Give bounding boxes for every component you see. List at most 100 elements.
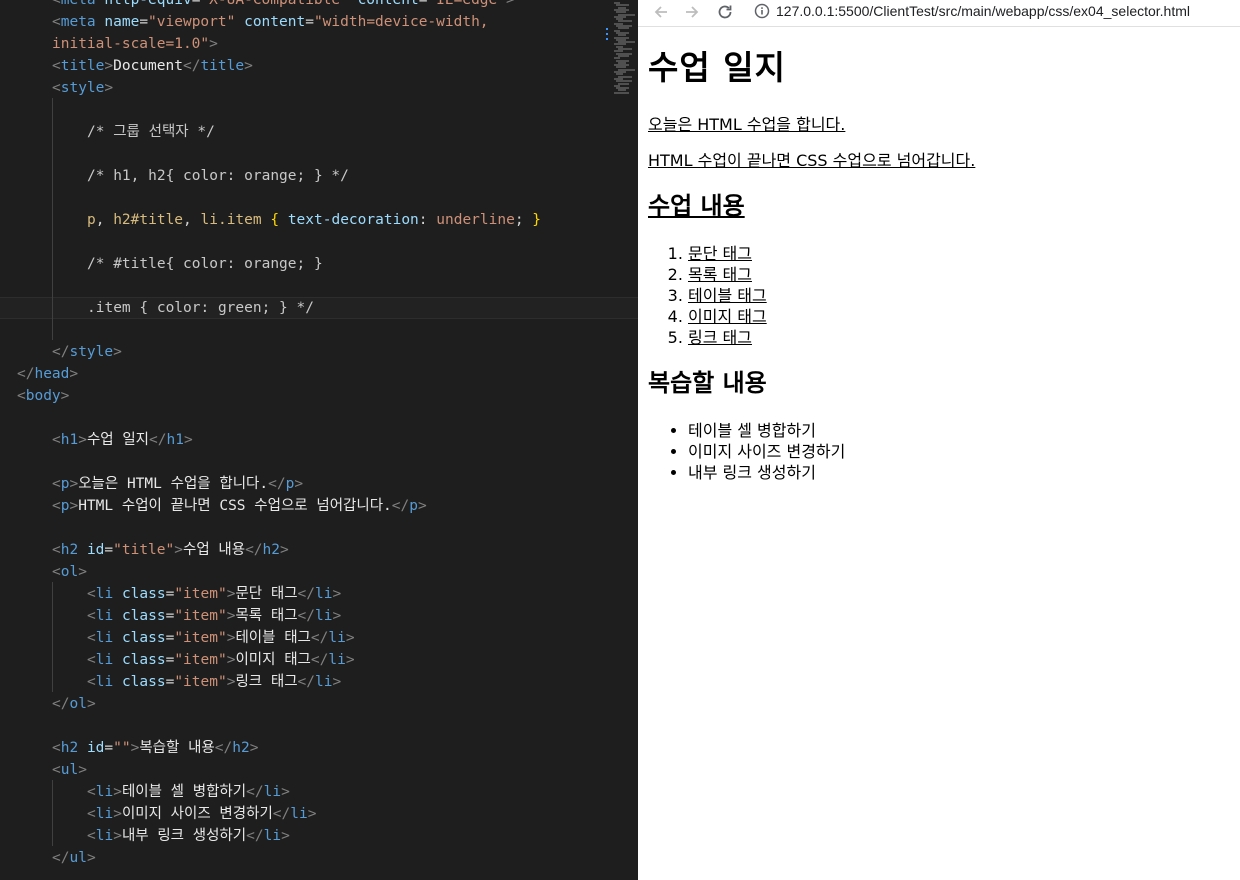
- code-line[interactable]: <style>: [0, 77, 638, 99]
- code-token: 목록 태그: [235, 608, 298, 624]
- code-token: "IE=edge": [427, 0, 506, 8]
- code-token: "item": [174, 586, 227, 602]
- code-line[interactable]: <li class="item">목록 태그</li>: [0, 605, 638, 627]
- code-line[interactable]: [0, 99, 638, 121]
- code-line[interactable]: <li class="item">테이블 태그</li>: [0, 627, 638, 649]
- page-heading: 수업 일지: [648, 48, 786, 87]
- code-line[interactable]: [0, 451, 638, 473]
- code-token: h2: [60, 740, 79, 756]
- code-token: >: [281, 784, 290, 800]
- code-line[interactable]: [0, 715, 638, 737]
- code-token: <: [52, 432, 61, 448]
- code-token: </: [182, 58, 201, 74]
- code-token: >: [69, 498, 79, 514]
- code-token: </: [246, 784, 264, 800]
- code-line[interactable]: /* h1, h2{ color: orange; } */: [0, 165, 638, 187]
- code-line[interactable]: <li class="item">링크 태그</li>: [0, 671, 638, 693]
- code-token: <: [52, 740, 61, 756]
- code-line[interactable]: </style>: [0, 341, 638, 363]
- code-token: <: [52, 762, 61, 778]
- code-token: content: [357, 0, 419, 8]
- code-line[interactable]: [0, 231, 638, 253]
- code-token: class: [121, 586, 166, 602]
- code-line[interactable]: <li class="item">이미지 태그</li>: [0, 649, 638, 671]
- code-token: "title": [113, 542, 175, 558]
- address-bar[interactable]: 127.0.0.1:5500/ClientTest/src/main/webap…: [754, 0, 1190, 22]
- back-button[interactable]: [650, 1, 672, 23]
- code-line[interactable]: /* #title{ color: orange; }: [0, 253, 638, 275]
- reload-button[interactable]: [714, 1, 736, 23]
- code-line[interactable]: <ol>: [0, 561, 638, 583]
- code-token: >: [86, 850, 96, 866]
- unordered-list-item: 테이블 셀 병합하기: [688, 420, 845, 441]
- paragraph-1: 오늘은 HTML 수업을 합니다.: [648, 115, 846, 134]
- code-editor[interactable]: <meta http-equiv="X-UA-Compatible" conte…: [0, 0, 638, 880]
- code-line[interactable]: </ol>: [0, 693, 638, 715]
- code-line[interactable]: <li>이미지 사이즈 변경하기</li>: [0, 803, 638, 825]
- code-line[interactable]: <ul>: [0, 759, 638, 781]
- code-token: text-decoration: [287, 212, 419, 228]
- heading-class-content: 수업 내용: [648, 192, 745, 220]
- code-line[interactable]: .item { color: green; } */: [0, 297, 638, 319]
- code-line[interactable]: <li>테이블 셀 병합하기</li>: [0, 781, 638, 803]
- code-token: ul: [69, 850, 87, 866]
- code-token: id: [86, 542, 105, 558]
- code-line[interactable]: <meta http-equiv="X-UA-Compatible" conte…: [0, 0, 638, 11]
- minimap[interactable]: [606, 0, 638, 100]
- code-token: >: [113, 828, 122, 844]
- code-line[interactable]: <body>: [0, 385, 638, 407]
- code-token: .item { color: green; } */: [87, 300, 314, 316]
- arrow-left-icon: [654, 6, 667, 18]
- code-token: ,: [183, 212, 201, 228]
- forward-button[interactable]: [681, 1, 703, 23]
- reload-icon: [718, 5, 732, 19]
- code-line[interactable]: <p>HTML 수업이 끝나면 CSS 수업으로 넘어갑니다.</p>: [0, 495, 638, 517]
- code-token: class: [121, 630, 166, 646]
- code-line[interactable]: [0, 187, 638, 209]
- code-line[interactable]: [0, 143, 638, 165]
- code-line[interactable]: [0, 517, 638, 539]
- code-token: li: [290, 806, 308, 822]
- code-line[interactable]: <h1>수업 일지</h1>: [0, 429, 638, 451]
- code-token: ,: [95, 212, 114, 228]
- code-line[interactable]: [0, 275, 638, 297]
- code-line[interactable]: <h2 id="title">수업 내용</h2>: [0, 539, 638, 561]
- code-token: h1: [166, 432, 184, 448]
- code-token: 수업 일지: [86, 432, 150, 448]
- code-token: class: [121, 674, 166, 690]
- code-token: 이미지 사이즈 변경하기: [121, 806, 273, 822]
- code-lines[interactable]: <meta http-equiv="X-UA-Compatible" conte…: [0, 0, 638, 869]
- code-token: body: [25, 388, 61, 404]
- code-line[interactable]: <li class="item">문단 태그</li>: [0, 583, 638, 605]
- code-token: h2: [232, 740, 250, 756]
- code-line[interactable]: [0, 319, 638, 341]
- code-line[interactable]: <meta name="viewport" content="width=dev…: [0, 11, 638, 33]
- code-token: =: [139, 14, 149, 30]
- page-content: 수업 일지 오늘은 HTML 수업을 합니다. HTML 수업이 끝나면 CSS…: [648, 26, 1238, 482]
- code-token: p: [409, 498, 418, 514]
- code-line[interactable]: [0, 407, 638, 429]
- code-line[interactable]: <p>오늘은 HTML 수업을 합니다.</p>: [0, 473, 638, 495]
- code-token: >: [60, 388, 70, 404]
- code-line[interactable]: </ul>: [0, 847, 638, 869]
- url-text[interactable]: 127.0.0.1:5500/ClientTest/src/main/webap…: [776, 3, 1190, 19]
- info-icon[interactable]: [754, 3, 770, 19]
- code-line[interactable]: </head>: [0, 363, 638, 385]
- browser-window: 127.0.0.1:5500/ClientTest/src/main/webap…: [638, 0, 1240, 880]
- code-line[interactable]: initial-scale=1.0">: [0, 33, 638, 55]
- code-token: </: [297, 586, 316, 602]
- code-token: </: [52, 696, 70, 712]
- code-line[interactable]: p, h2#title, li.item { text-decoration: …: [0, 209, 638, 231]
- code-token: <: [52, 498, 61, 514]
- code-token: "": [113, 740, 131, 756]
- code-token: content: [244, 14, 306, 30]
- code-line[interactable]: <li>내부 링크 생성하기</li>: [0, 825, 638, 847]
- code-line[interactable]: /* 그룹 선택자 */: [0, 121, 638, 143]
- code-token: </: [52, 850, 70, 866]
- code-line[interactable]: <h2 id="">복습할 내용</h2>: [0, 737, 638, 759]
- code-line[interactable]: <title>Document</title>: [0, 55, 638, 77]
- code-token: <: [17, 388, 26, 404]
